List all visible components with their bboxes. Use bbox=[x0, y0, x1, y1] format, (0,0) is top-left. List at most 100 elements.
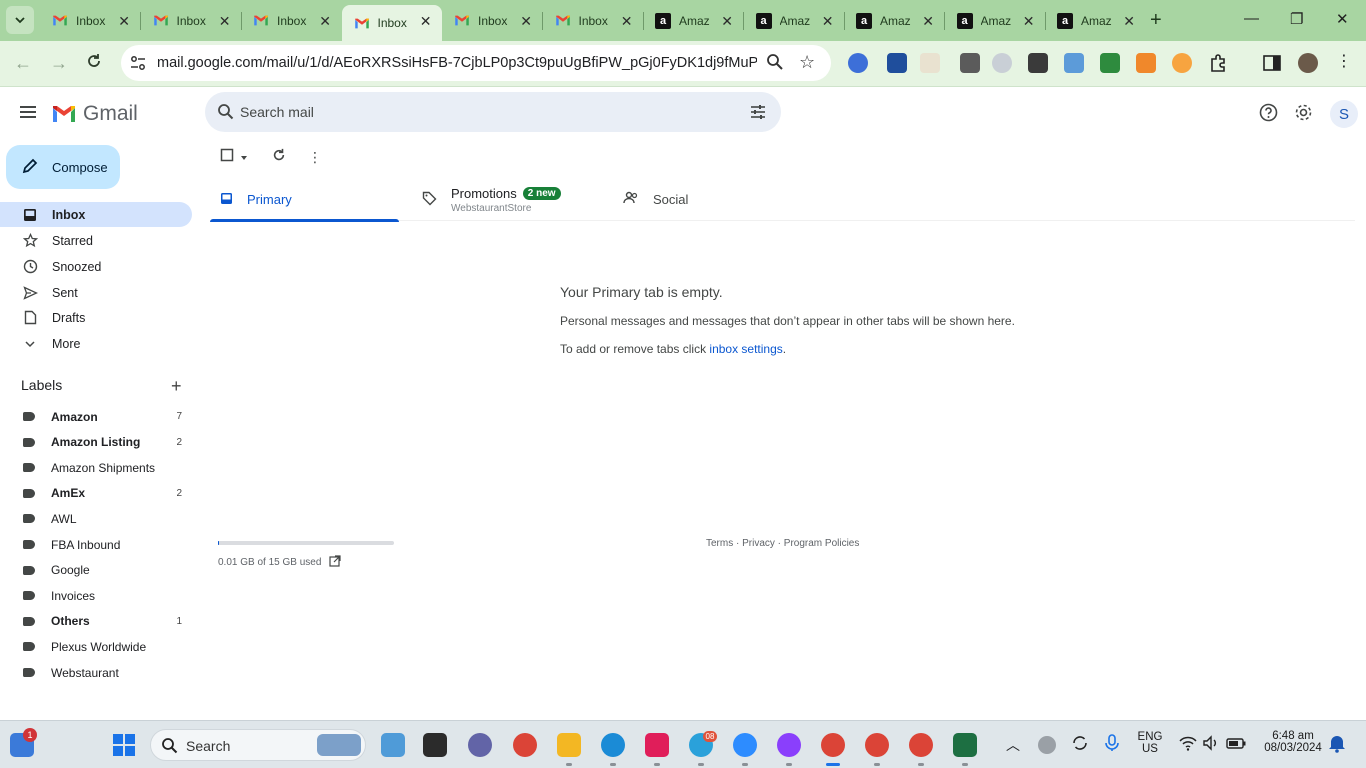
select-checkbox[interactable] bbox=[220, 148, 234, 167]
teams-icon[interactable] bbox=[468, 733, 492, 757]
wifi-icon[interactable] bbox=[1178, 733, 1202, 757]
close-tab-icon[interactable]: ✕ bbox=[621, 13, 633, 30]
browser-tab[interactable]: Inbox ✕ bbox=[341, 5, 442, 41]
close-tab-icon[interactable]: ✕ bbox=[219, 13, 231, 30]
tab-primary[interactable]: Primary bbox=[210, 178, 409, 222]
tray-app-icon[interactable] bbox=[1038, 736, 1056, 754]
battery-icon[interactable] bbox=[1225, 733, 1249, 757]
sidebar-item-drafts[interactable]: Drafts bbox=[0, 305, 192, 330]
forward-button[interactable]: → bbox=[50, 53, 68, 74]
tab-social[interactable]: Social bbox=[623, 178, 688, 221]
browser-tab[interactable]: a Amaz ✕ bbox=[643, 0, 743, 41]
extension-icon[interactable] bbox=[1064, 53, 1084, 73]
label-item[interactable]: Plexus Worldwide bbox=[0, 635, 192, 659]
app-icon[interactable] bbox=[423, 733, 447, 757]
close-tab-icon[interactable]: ✕ bbox=[420, 13, 432, 30]
close-tab-icon[interactable]: ✕ bbox=[922, 13, 934, 30]
excel-icon[interactable] bbox=[953, 733, 977, 757]
clock[interactable]: 6:48 am 08/03/2024 bbox=[1255, 730, 1331, 754]
file-explorer-icon[interactable] bbox=[557, 733, 581, 757]
extension-off-icon[interactable] bbox=[960, 53, 980, 73]
browser-tab[interactable]: Inbox ✕ bbox=[442, 0, 542, 41]
notifications-bell-icon[interactable] bbox=[1328, 733, 1352, 757]
extension-icon[interactable] bbox=[920, 53, 940, 73]
sidebar-item-sent[interactable]: Sent bbox=[0, 280, 192, 305]
extension-ok-icon[interactable] bbox=[887, 53, 907, 73]
sidebar-item-snoozed[interactable]: Snoozed bbox=[0, 254, 192, 279]
label-item[interactable]: Amazon 7 bbox=[0, 405, 192, 429]
close-tab-icon[interactable]: ✕ bbox=[319, 13, 331, 30]
reload-button[interactable] bbox=[86, 53, 102, 74]
label-item[interactable]: FBA Inbound bbox=[0, 533, 192, 557]
minimize-button[interactable]: — bbox=[1244, 10, 1259, 27]
copilot-icon[interactable] bbox=[381, 733, 405, 757]
label-item[interactable]: Amazon Shipments bbox=[0, 456, 192, 480]
browser-tab[interactable]: a Amaz ✕ bbox=[1045, 0, 1145, 41]
extension-icon[interactable] bbox=[848, 53, 868, 73]
label-item[interactable]: Invoices bbox=[0, 584, 192, 608]
more-options-icon[interactable]: ⋮ bbox=[308, 149, 322, 166]
browser-tab[interactable]: a Amaz ✕ bbox=[945, 0, 1045, 41]
label-item[interactable]: Webstaurant bbox=[0, 661, 192, 685]
close-tab-icon[interactable]: ✕ bbox=[1023, 13, 1035, 30]
close-tab-icon[interactable]: ✕ bbox=[721, 13, 733, 30]
restore-button[interactable]: ❐ bbox=[1290, 10, 1303, 28]
close-tab-icon[interactable]: ✕ bbox=[1123, 13, 1135, 30]
slack-icon[interactable] bbox=[645, 733, 669, 757]
main-menu-icon[interactable] bbox=[19, 103, 37, 126]
search-icon[interactable] bbox=[217, 103, 234, 125]
open-in-new-icon[interactable] bbox=[329, 555, 342, 570]
close-tab-icon[interactable]: ✕ bbox=[520, 13, 532, 30]
chrome-icon[interactable] bbox=[513, 733, 537, 757]
zoom-icon[interactable] bbox=[766, 53, 784, 76]
label-item[interactable]: Google bbox=[0, 558, 192, 582]
select-dropdown-icon[interactable] bbox=[240, 149, 248, 167]
compose-button[interactable]: Compose bbox=[6, 145, 120, 189]
edge-icon[interactable] bbox=[601, 733, 625, 757]
label-item[interactable]: Others 1 bbox=[0, 609, 192, 633]
sidebar-item-more[interactable]: More bbox=[0, 331, 192, 356]
label-item[interactable]: Amazon Listing 2 bbox=[0, 430, 192, 454]
site-info-icon[interactable] bbox=[129, 54, 147, 77]
refresh-icon[interactable] bbox=[272, 148, 286, 167]
microphone-icon[interactable] bbox=[1102, 733, 1126, 757]
side-panel-icon[interactable] bbox=[1262, 53, 1282, 73]
volume-icon[interactable] bbox=[1201, 733, 1225, 757]
settings-gear-icon[interactable] bbox=[1294, 103, 1313, 127]
sidebar-item-inbox[interactable]: Inbox bbox=[0, 202, 192, 227]
messenger-icon[interactable] bbox=[777, 733, 801, 757]
extension-rs-icon[interactable] bbox=[1100, 53, 1120, 73]
label-item[interactable]: AWL bbox=[0, 507, 192, 531]
profile-avatar[interactable] bbox=[1298, 53, 1318, 73]
extensions-puzzle-icon[interactable] bbox=[1208, 53, 1228, 73]
create-label-icon[interactable]: + bbox=[171, 376, 182, 397]
browser-tab[interactable]: Inbox ✕ bbox=[40, 0, 140, 41]
close-tab-icon[interactable]: ✕ bbox=[118, 13, 130, 30]
extension-js-icon[interactable] bbox=[1136, 53, 1156, 73]
browser-tab[interactable]: a Amaz ✕ bbox=[744, 0, 844, 41]
footer-links[interactable]: Terms · Privacy · Program Policies bbox=[706, 538, 859, 549]
search-input[interactable]: Search mail bbox=[240, 104, 314, 120]
back-button[interactable]: ← bbox=[14, 53, 32, 74]
tray-overflow-icon[interactable]: ︿ bbox=[1006, 735, 1030, 759]
extension-icon[interactable] bbox=[1172, 53, 1192, 73]
extension-qr-icon[interactable] bbox=[1028, 53, 1048, 73]
search-mail-bar[interactable]: Search mail bbox=[205, 92, 781, 132]
language-indicator[interactable]: ENG US bbox=[1134, 731, 1166, 755]
inbox-settings-link[interactable]: inbox settings bbox=[709, 342, 782, 356]
chrome-profile-a-icon[interactable] bbox=[865, 733, 889, 757]
account-avatar[interactable]: S bbox=[1330, 100, 1358, 128]
browser-tab[interactable]: Inbox ✕ bbox=[543, 0, 643, 41]
browser-tab[interactable]: a Amaz ✕ bbox=[844, 0, 944, 41]
new-tab-button[interactable]: + bbox=[1150, 9, 1162, 32]
windows-start-icon[interactable] bbox=[112, 733, 136, 757]
gmail-logo[interactable]: Gmail bbox=[51, 102, 138, 126]
zoom-app-icon[interactable] bbox=[733, 733, 757, 757]
browser-tab[interactable]: Inbox ✕ bbox=[241, 0, 341, 41]
bookmark-star-icon[interactable]: ☆ bbox=[799, 52, 815, 73]
address-bar[interactable]: mail.google.com/mail/u/1/d/AEoRXRSsiHsFB… bbox=[121, 45, 831, 81]
close-tab-icon[interactable]: ✕ bbox=[822, 13, 834, 30]
tab-promotions[interactable]: Promotions 2 new WebstaurantStore bbox=[422, 178, 561, 221]
chrome-profile-m-icon[interactable] bbox=[909, 733, 933, 757]
kebab-menu-icon[interactable]: ⋮ bbox=[1336, 51, 1356, 71]
